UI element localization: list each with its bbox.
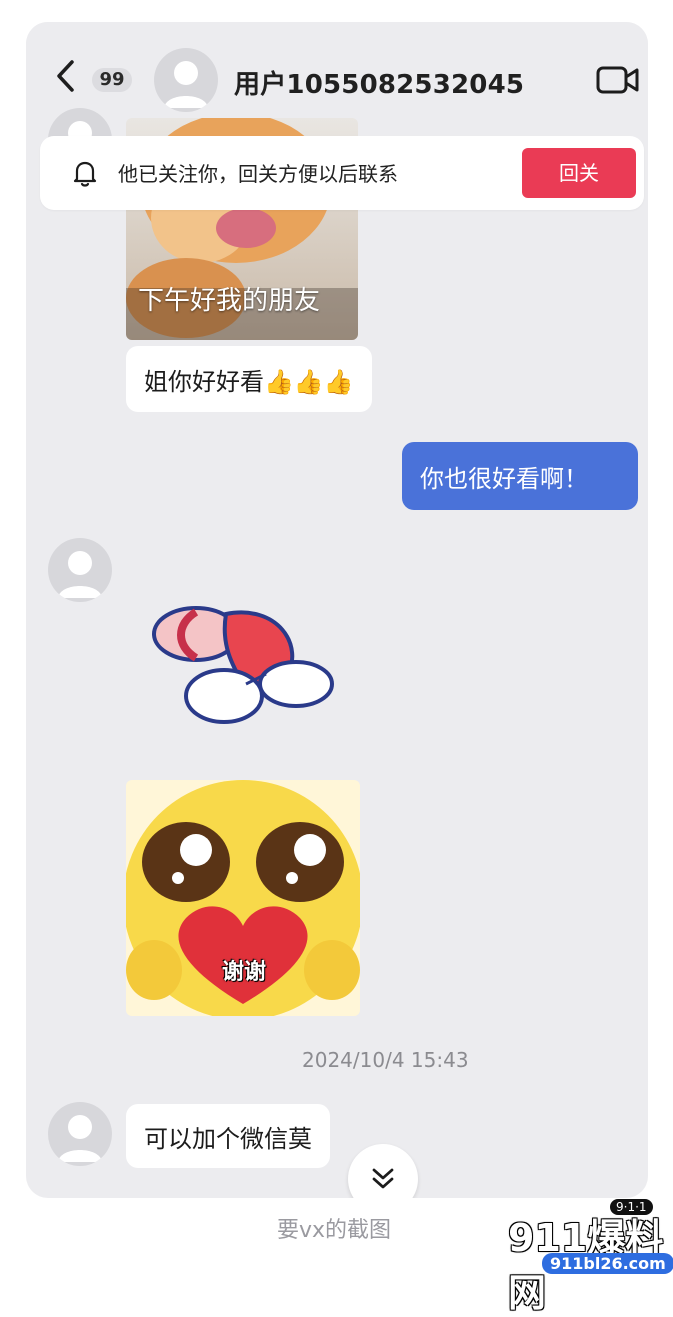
watermark-logo: 9·1·1 911爆料网 911bl26.com	[496, 1195, 673, 1315]
contact-avatar[interactable]	[154, 48, 218, 112]
received-message[interactable]: 姐你好好看👍👍👍	[126, 346, 372, 412]
message-text: 可以加个微信莫	[144, 1124, 312, 1153]
crawling-sticker-message[interactable]	[136, 584, 346, 734]
received-message[interactable]: 可以加个微信莫	[126, 1104, 330, 1168]
sent-message[interactable]: 你也很好看啊！	[402, 442, 638, 510]
image-caption: 下午好我的朋友	[138, 286, 321, 316]
bell-icon	[73, 161, 97, 187]
message-text: 姐你好好看👍👍👍	[144, 367, 354, 396]
unread-count-badge: 99	[92, 68, 132, 92]
double-chevron-down-icon	[372, 1168, 394, 1189]
banner-text: 他已关注你，回关方便以后联系	[118, 162, 398, 186]
thanks-sticker-message[interactable]: 谢谢	[126, 780, 360, 1016]
sticker-caption: 谢谢	[222, 960, 267, 985]
chevron-left-icon	[57, 60, 74, 92]
message-text: 你也很好看啊！	[420, 464, 588, 493]
video-call-icon	[596, 66, 639, 94]
back-button[interactable]	[52, 58, 78, 94]
follow-back-button[interactable]: 回关	[522, 148, 636, 198]
sender-avatar[interactable]	[48, 538, 112, 602]
follow-notification-banner: 他已关注你，回关方便以后联系 回关	[40, 136, 644, 210]
contact-username[interactable]: 用户1055082532045	[234, 64, 524, 101]
sender-avatar[interactable]	[48, 1102, 112, 1166]
sticker-image	[152, 606, 334, 724]
chat-screen: 99 用户1055082532045 下午好我的朋友 他已关注你，回关方便以后联…	[26, 22, 648, 1198]
image-caption-text: 要vx的截图	[277, 1218, 392, 1243]
chat-header: 99 用户1055082532045	[26, 22, 648, 122]
video-call-button[interactable]	[596, 64, 640, 96]
scroll-to-bottom-button[interactable]	[348, 1144, 418, 1198]
message-timestamp: 2024/10/4 15:43	[302, 1048, 469, 1072]
watermark-url: 911bl26.com	[542, 1253, 673, 1274]
